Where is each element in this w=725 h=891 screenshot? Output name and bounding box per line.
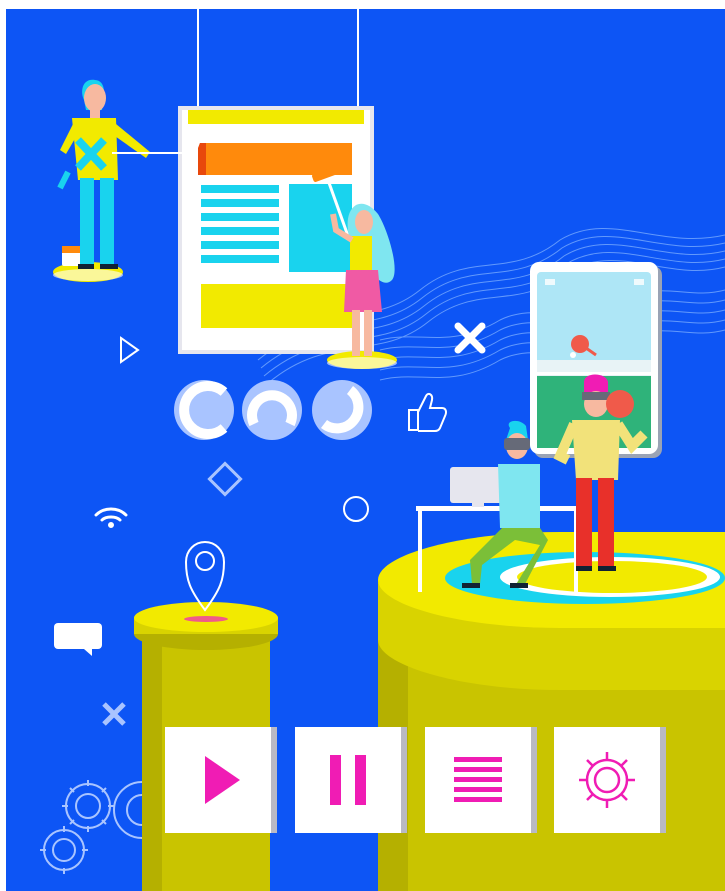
play-icon	[205, 756, 240, 804]
pause-icon	[330, 755, 366, 805]
pause-button[interactable]	[295, 727, 401, 833]
loader-row	[174, 380, 372, 440]
menu-button[interactable]	[425, 727, 531, 833]
diamond-icon	[207, 461, 243, 497]
illustration-canvas	[0, 0, 725, 891]
location-pin-icon	[184, 540, 226, 612]
circle-icon	[343, 496, 369, 522]
menu-lines-icon	[454, 757, 502, 802]
close-icon	[454, 322, 486, 354]
desk-podium	[378, 532, 725, 891]
play-outline-icon	[120, 336, 140, 364]
thumbs-up-icon	[408, 392, 447, 432]
chat-bubble-icon	[54, 623, 102, 656]
gear-icon	[579, 752, 635, 808]
wifi-icon	[94, 507, 128, 528]
small-x-icon	[102, 702, 126, 726]
play-button[interactable]	[165, 727, 271, 833]
settings-button[interactable]	[554, 727, 660, 833]
